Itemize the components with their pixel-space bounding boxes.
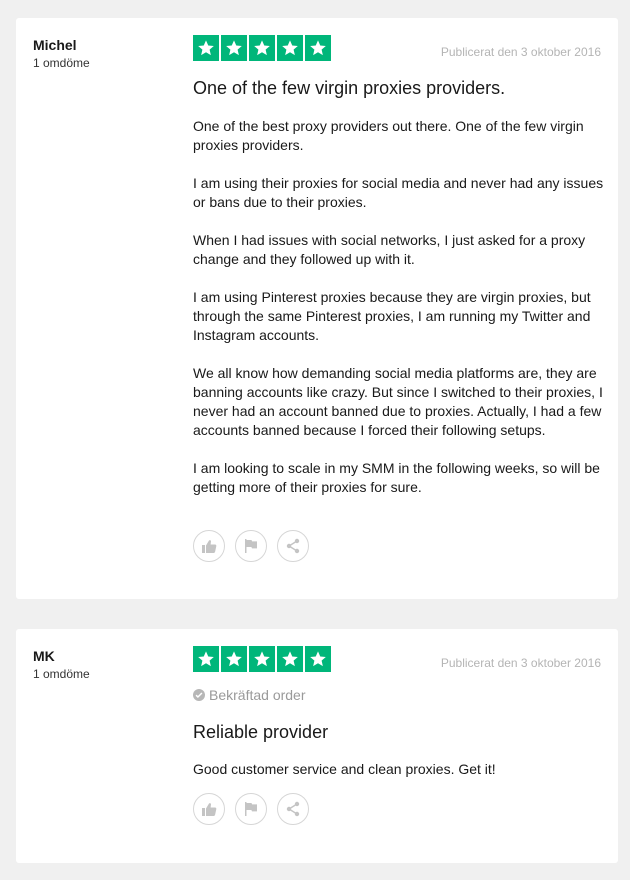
- star-icon: [305, 35, 331, 61]
- review-date: Publicerat den 3 oktober 2016: [440, 656, 601, 670]
- review-paragraph: We all know how demanding social media p…: [193, 365, 603, 438]
- star-icon: [221, 35, 247, 61]
- author-name[interactable]: MK: [33, 648, 90, 664]
- review-actions: [193, 793, 309, 825]
- share-icon: [286, 538, 300, 554]
- review-author: Michel 1 omdöme: [33, 37, 90, 70]
- report-button[interactable]: [235, 793, 267, 825]
- useful-button[interactable]: [193, 530, 225, 562]
- author-review-count: 1 omdöme: [33, 667, 90, 681]
- thumbs-up-icon: [202, 803, 217, 816]
- share-icon: [286, 801, 300, 817]
- verified-label: Bekräftad order: [209, 687, 306, 703]
- star-rating: [193, 35, 331, 61]
- star-icon: [193, 646, 219, 672]
- review-paragraph: I am looking to scale in my SMM in the f…: [193, 460, 600, 495]
- review-paragraph: When I had issues with social networks, …: [193, 232, 586, 267]
- report-button[interactable]: [235, 530, 267, 562]
- share-button[interactable]: [277, 530, 309, 562]
- star-icon: [305, 646, 331, 672]
- review-card: MK 1 omdöme Publicerat den 3 oktober 201…: [16, 629, 618, 863]
- author-review-count: 1 omdöme: [33, 56, 90, 70]
- review-paragraph: I am using their proxies for social medi…: [193, 175, 604, 210]
- star-rating: [193, 646, 331, 672]
- review-actions: [193, 530, 309, 562]
- review-date: Publicerat den 3 oktober 2016: [440, 45, 601, 59]
- review-paragraph: Good customer service and clean proxies.…: [193, 761, 496, 777]
- useful-button[interactable]: [193, 793, 225, 825]
- review-paragraph: One of the best proxy providers out ther…: [193, 118, 584, 153]
- review-paragraph: I am using Pinterest proxies because the…: [193, 289, 591, 343]
- review-title[interactable]: Reliable provider: [193, 722, 328, 743]
- star-icon: [277, 35, 303, 61]
- review-author: MK 1 omdöme: [33, 648, 90, 681]
- star-icon: [277, 646, 303, 672]
- flag-icon: [245, 802, 257, 816]
- star-icon: [193, 35, 219, 61]
- share-button[interactable]: [277, 793, 309, 825]
- thumbs-up-icon: [202, 540, 217, 553]
- star-icon: [249, 646, 275, 672]
- star-icon: [221, 646, 247, 672]
- review-title[interactable]: One of the few virgin proxies providers.: [193, 78, 505, 99]
- author-name[interactable]: Michel: [33, 37, 90, 53]
- star-icon: [249, 35, 275, 61]
- review-card: Michel 1 omdöme Publicerat den 3 oktober…: [16, 18, 618, 599]
- flag-icon: [245, 539, 257, 553]
- verified-order-badge: Bekräftad order: [193, 687, 306, 703]
- review-body: One of the best proxy providers out ther…: [193, 117, 613, 516]
- check-circle-icon: [193, 689, 205, 701]
